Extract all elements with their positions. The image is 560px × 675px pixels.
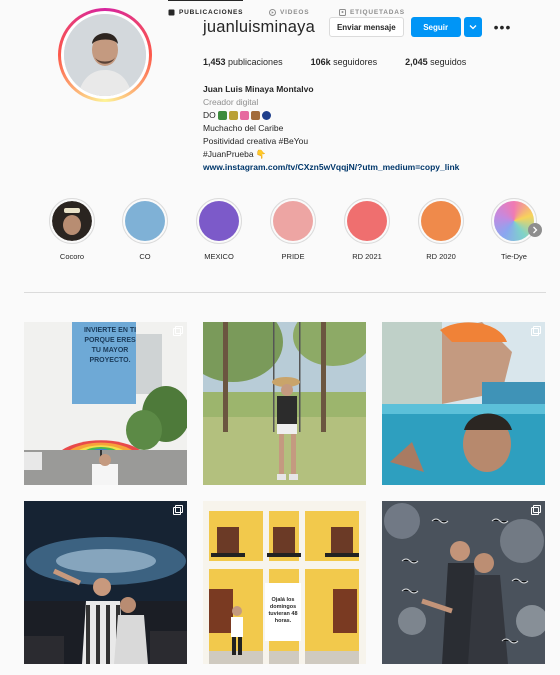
highlight-label: CO — [139, 252, 151, 261]
category-label: Creador digital — [203, 97, 259, 107]
tab-videos-label: VIDEOS — [280, 8, 310, 16]
followers-count-label: seguidores — [330, 57, 378, 67]
highlight-rd-2020[interactable]: RD 2020 — [415, 198, 467, 261]
chevron-down-icon — [469, 25, 477, 30]
highlight-cocoro-image — [52, 201, 92, 241]
multiple-photos-icon — [531, 505, 541, 515]
highlight-cover — [196, 198, 242, 244]
post-image-pool — [382, 322, 545, 485]
evil-eye-icon — [261, 111, 271, 120]
highlight-label: PRIDE — [281, 252, 305, 261]
chevron-right-icon — [533, 226, 538, 234]
highlight-cover — [344, 198, 390, 244]
full-name: Juan Luis Minaya Montalvo — [203, 84, 314, 94]
highlight-cover — [491, 198, 537, 244]
follow-button[interactable]: Seguir — [410, 17, 461, 37]
highlight-label: MEXICO — [204, 252, 234, 261]
highlight-cocoro[interactable]: Cocoro — [46, 198, 98, 261]
billboard-sign-text: Ojalá los domingos tuvieran 48 horas. — [268, 597, 298, 624]
highlight-pride[interactable]: PRIDE — [267, 198, 319, 261]
profile-bio: Juan Luis Minaya Montalvo Creador digita… — [203, 83, 560, 174]
post-thumbnail[interactable]: Ojalá los domingos tuvieran 48 horas. — [203, 501, 366, 664]
bio-line-juanprueba: #JuanPrueba 👇 — [203, 149, 267, 159]
country-flag-text: DO — [203, 110, 216, 120]
post-image-concert — [24, 501, 187, 664]
highlight-mexico[interactable]: MEXICO — [193, 198, 245, 261]
highlight-cover — [122, 198, 168, 244]
billboard-text: INVIERTE EN TI PORQUE ERES TU MAYOR PROY… — [83, 327, 137, 364]
highlight-label: RD 2021 — [352, 252, 382, 261]
highlight-color-swatch — [125, 201, 165, 241]
multiple-photos-icon — [173, 505, 183, 515]
suggested-accounts-button[interactable] — [463, 17, 482, 37]
play-icon — [269, 8, 276, 16]
posts-count-value: 1,453 — [203, 57, 226, 67]
following-count[interactable]: 2,045 seguidos — [405, 57, 466, 67]
animal-icon — [250, 111, 260, 120]
highlight-cover — [270, 198, 316, 244]
highlight-color-swatch — [347, 201, 387, 241]
post-thumbnail[interactable] — [24, 501, 187, 664]
highlight-label: RD 2020 — [426, 252, 456, 261]
bio-line-caribe: Muchacho del Caribe — [203, 123, 284, 133]
post-thumbnail[interactable] — [203, 322, 366, 485]
following-count-label: seguidos — [427, 57, 467, 67]
highlight-color-swatch — [273, 201, 313, 241]
bio-line-positividad: Positividad creativa #BeYou — [203, 136, 309, 146]
bio-emoji-line: DO — [203, 109, 560, 122]
profile-stats: 1,453 publicaciones 106k seguidores 2,04… — [203, 57, 560, 67]
multiple-photos-icon — [173, 326, 183, 336]
avatar-image — [64, 14, 146, 96]
post-thumbnail[interactable] — [382, 501, 545, 664]
plant-icon — [228, 111, 238, 120]
post-thumbnail[interactable] — [382, 322, 545, 485]
tab-tagged[interactable]: ETIQUETADAS — [339, 0, 405, 24]
avatar-portrait — [64, 14, 146, 96]
highlight-rd-2021[interactable]: RD 2021 — [341, 198, 393, 261]
post-image-party — [382, 501, 545, 664]
following-count-value: 2,045 — [405, 57, 428, 67]
highlight-cover — [49, 198, 95, 244]
highlight-color-swatch — [199, 201, 239, 241]
post-thumbnail[interactable]: INVIERTE EN TI PORQUE ERES TU MAYOR PROY… — [24, 322, 187, 485]
highlight-co[interactable]: CO — [119, 198, 171, 261]
post-image-building — [203, 501, 366, 664]
flower-icon — [239, 111, 249, 120]
posts-count: 1,453 publicaciones — [203, 57, 283, 67]
bio-link[interactable]: www.instagram.com/tv/CXzn5wVqqjN/?utm_me… — [203, 161, 560, 174]
highlight-label: Cocoro — [59, 252, 85, 261]
profile-info: juanluisminaya Enviar mensaje Seguir •••… — [203, 14, 560, 174]
tab-videos[interactable]: VIDEOS — [269, 0, 309, 24]
highlight-label: Tie-Dye — [501, 252, 527, 261]
highlight-color-swatch — [494, 201, 534, 241]
followers-count[interactable]: 106k seguidores — [311, 57, 378, 67]
highlight-cover — [418, 198, 464, 244]
grid-icon — [168, 9, 175, 16]
tab-posts[interactable]: PUBLICACIONES — [168, 0, 244, 24]
avatar-border — [61, 11, 149, 99]
more-options-button[interactable]: ••• — [494, 19, 512, 35]
post-image-swing — [203, 322, 366, 485]
multiple-photos-icon — [531, 326, 541, 336]
profile-avatar[interactable] — [58, 8, 152, 102]
tag-person-icon — [339, 8, 346, 16]
highlight-color-swatch — [421, 201, 461, 241]
tab-tagged-label: ETIQUETADAS — [350, 8, 405, 16]
posts-count-label: publicaciones — [225, 57, 283, 67]
highlights-next-button[interactable] — [528, 223, 542, 237]
palm-tree-icon — [217, 111, 227, 120]
tabs-divider — [24, 292, 546, 293]
tab-posts-label: PUBLICACIONES — [179, 9, 244, 16]
followers-count-value: 106k — [310, 57, 331, 67]
